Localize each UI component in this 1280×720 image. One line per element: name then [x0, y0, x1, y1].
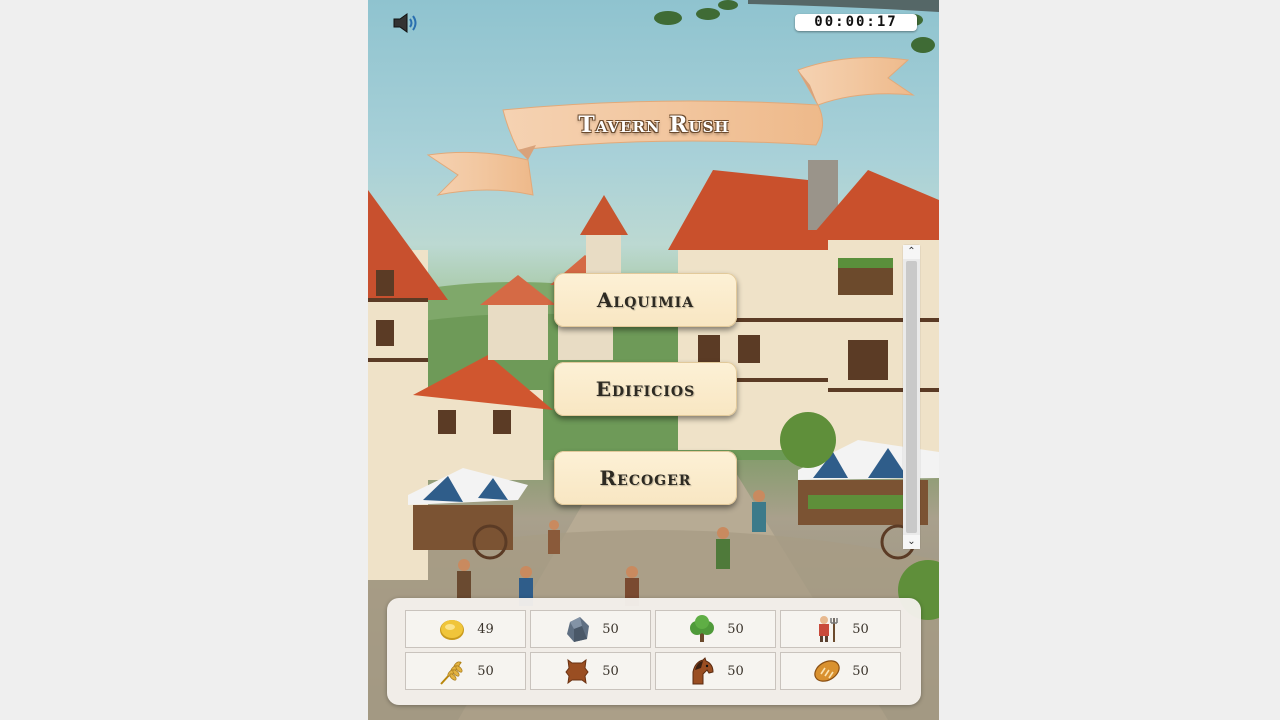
game-timer: 00:00:17 [795, 14, 917, 31]
resource-workers: 50 [780, 610, 901, 648]
resource-bread: 50 [780, 652, 901, 690]
resource-workers-value: 50 [852, 621, 869, 637]
worker-icon [819, 616, 838, 642]
resource-panel: 49 50 50 50 50 50 50 50 [387, 598, 921, 705]
resource-grid: 49 50 50 50 50 50 50 50 [405, 610, 903, 692]
scroll-thumb[interactable] [906, 261, 917, 533]
resource-leather: 50 [530, 652, 651, 690]
resource-wood-value: 50 [727, 621, 744, 637]
game-title: Tavern Rush [578, 112, 730, 138]
resource-wheat-value: 50 [477, 663, 494, 679]
stone-icon [567, 617, 590, 642]
resource-gold-value: 49 [477, 621, 494, 637]
alquimia-button[interactable]: Alquimia [554, 273, 737, 327]
horse-icon [692, 657, 714, 685]
gold-coin-icon [440, 620, 465, 640]
resource-stone-value: 50 [602, 621, 619, 637]
bread-icon [814, 660, 840, 682]
resource-horses: 50 [655, 652, 776, 690]
sound-icon[interactable] [392, 12, 422, 34]
wheat-icon [440, 661, 463, 685]
resource-gold: 49 [405, 610, 526, 648]
scroll-up-icon[interactable]: ⌃ [903, 245, 920, 259]
resource-wheat: 50 [405, 652, 526, 690]
resource-leather-value: 50 [602, 663, 619, 679]
resource-horses-value: 50 [727, 663, 744, 679]
resource-stone: 50 [530, 610, 651, 648]
tree-icon [690, 615, 715, 642]
recoger-button[interactable]: Recoger [554, 451, 737, 505]
edificios-button[interactable]: Edificios [554, 362, 737, 416]
game-screen: 00:00:17 Tavern Rush Alquimia Edificios … [368, 0, 939, 720]
leather-icon [565, 658, 589, 685]
resource-bread-value: 50 [852, 663, 869, 679]
menu-scrollbar[interactable]: ⌃ ⌄ [903, 245, 920, 549]
resource-wood: 50 [655, 610, 776, 648]
scroll-down-icon[interactable]: ⌄ [903, 535, 920, 549]
